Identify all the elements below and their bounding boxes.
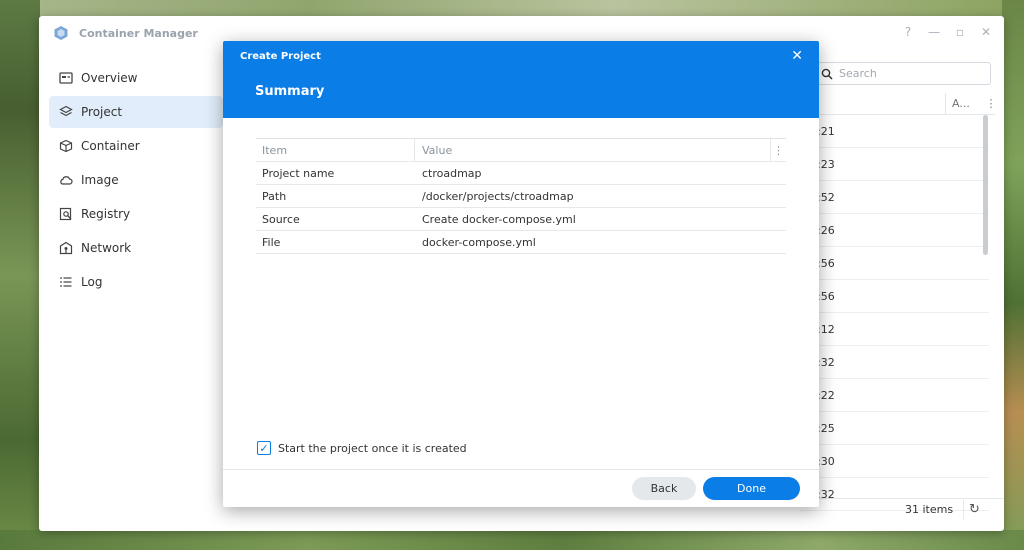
log-icon bbox=[59, 275, 73, 289]
sidebar-item-label: Overview bbox=[81, 71, 138, 85]
done-button[interactable]: Done bbox=[703, 477, 800, 500]
project-icon bbox=[59, 105, 73, 119]
list-item[interactable]: :23 bbox=[799, 148, 989, 181]
sidebar-item-container[interactable]: Container bbox=[49, 130, 223, 162]
project-list: :21 :23 :52 :26 :56 :56 :12 :32 :22 :25 … bbox=[799, 115, 989, 511]
sidebar-item-label: Image bbox=[81, 173, 119, 187]
search-input[interactable]: Search bbox=[814, 62, 991, 85]
close-window-icon[interactable]: ✕ bbox=[980, 25, 992, 39]
wallpaper-left bbox=[0, 0, 40, 550]
search-icon bbox=[821, 68, 833, 80]
row-item: Source bbox=[262, 212, 300, 226]
row-item: File bbox=[262, 235, 281, 249]
list-item[interactable]: :56 bbox=[799, 280, 989, 313]
column-header-value[interactable]: Value bbox=[414, 138, 770, 162]
row-value: ctroadmap bbox=[422, 166, 482, 180]
search-placeholder: Search bbox=[839, 67, 877, 80]
table-row: Source Create docker-compose.yml bbox=[256, 208, 786, 231]
table-row: Path /docker/projects/ctroadmap bbox=[256, 185, 786, 208]
sidebar-item-image[interactable]: Image bbox=[49, 164, 223, 196]
start-project-checkbox[interactable]: ✓ bbox=[257, 441, 271, 455]
row-value: Create docker-compose.yml bbox=[422, 212, 576, 226]
row-item: Path bbox=[262, 189, 287, 203]
row-value: docker-compose.yml bbox=[422, 235, 536, 249]
column-options-icon[interactable]: ⋮ bbox=[985, 93, 997, 115]
list-scrollbar[interactable] bbox=[983, 115, 988, 255]
sidebar-item-network[interactable]: Network bbox=[49, 232, 223, 264]
list-item[interactable]: :32 bbox=[799, 346, 989, 379]
container-icon bbox=[59, 139, 73, 153]
refresh-icon[interactable]: ↻ bbox=[963, 500, 985, 520]
start-project-label[interactable]: Start the project once it is created bbox=[278, 442, 467, 455]
sidebar-item-project[interactable]: Project bbox=[49, 96, 223, 128]
column-header-item[interactable]: Item bbox=[256, 144, 414, 157]
close-icon[interactable]: ✕ bbox=[791, 48, 803, 64]
list-item[interactable]: :12 bbox=[799, 313, 989, 346]
table-row: Project name ctroadmap bbox=[256, 162, 786, 185]
network-icon bbox=[59, 241, 73, 255]
help-icon[interactable]: ? bbox=[902, 25, 914, 39]
list-item[interactable]: :25 bbox=[799, 412, 989, 445]
dialog-title: Create Project bbox=[240, 51, 321, 62]
create-project-dialog: Create Project ✕ Summary Item Value ⋮ Pr… bbox=[223, 41, 819, 507]
dialog-header: Create Project ✕ Summary bbox=[223, 41, 819, 118]
row-item: Project name bbox=[262, 166, 335, 180]
step-title: Summary bbox=[255, 84, 325, 99]
back-button[interactable]: Back bbox=[632, 477, 696, 500]
sidebar-item-overview[interactable]: Overview bbox=[49, 62, 223, 94]
sidebar-item-label: Network bbox=[81, 241, 132, 255]
sidebar-item-label: Project bbox=[81, 105, 123, 119]
list-item[interactable]: :21 bbox=[799, 115, 989, 148]
list-item[interactable]: :52 bbox=[799, 181, 989, 214]
sidebar-item-label: Log bbox=[81, 275, 103, 289]
container-manager-app-icon bbox=[54, 26, 68, 40]
list-item[interactable]: :30 bbox=[799, 445, 989, 478]
overview-icon bbox=[59, 71, 73, 85]
sidebar-item-registry[interactable]: Registry bbox=[49, 198, 223, 230]
wallpaper-top bbox=[0, 0, 1024, 16]
start-project-option[interactable]: ✓ Start the project once it is created bbox=[257, 441, 467, 455]
wallpaper-right bbox=[1002, 0, 1024, 550]
summary-table: Item Value ⋮ Project name ctroadmap Path… bbox=[256, 138, 786, 254]
item-count: 31 items bbox=[905, 503, 954, 516]
sidebar-item-log[interactable]: Log bbox=[49, 266, 223, 298]
sidebar-item-label: Registry bbox=[81, 207, 131, 221]
column-options-icon[interactable]: ⋮ bbox=[770, 138, 786, 162]
window-controls: ? — ▫ ✕ bbox=[902, 25, 992, 39]
list-item[interactable]: :32 bbox=[799, 478, 989, 511]
maximize-icon[interactable]: ▫ bbox=[954, 25, 966, 39]
minimize-icon[interactable]: — bbox=[928, 25, 940, 39]
table-row: File docker-compose.yml bbox=[256, 231, 786, 254]
list-item[interactable]: :26 bbox=[799, 214, 989, 247]
registry-icon bbox=[59, 207, 73, 221]
list-item[interactable]: :56 bbox=[799, 247, 989, 280]
wallpaper-bottom bbox=[0, 530, 1024, 550]
app-title: Container Manager bbox=[79, 26, 198, 40]
column-header-a[interactable]: A... bbox=[945, 93, 985, 115]
sidebar-item-label: Container bbox=[81, 139, 140, 153]
image-cloud-icon bbox=[59, 173, 73, 187]
table-header-row: Item Value ⋮ bbox=[256, 138, 786, 162]
dialog-footer-divider bbox=[223, 469, 819, 470]
list-header: A... ⋮ bbox=[799, 93, 997, 115]
list-item[interactable]: :22 bbox=[799, 379, 989, 412]
row-value: /docker/projects/ctroadmap bbox=[422, 189, 574, 203]
sidebar: Overview Project Container Image Registr… bbox=[49, 62, 223, 300]
